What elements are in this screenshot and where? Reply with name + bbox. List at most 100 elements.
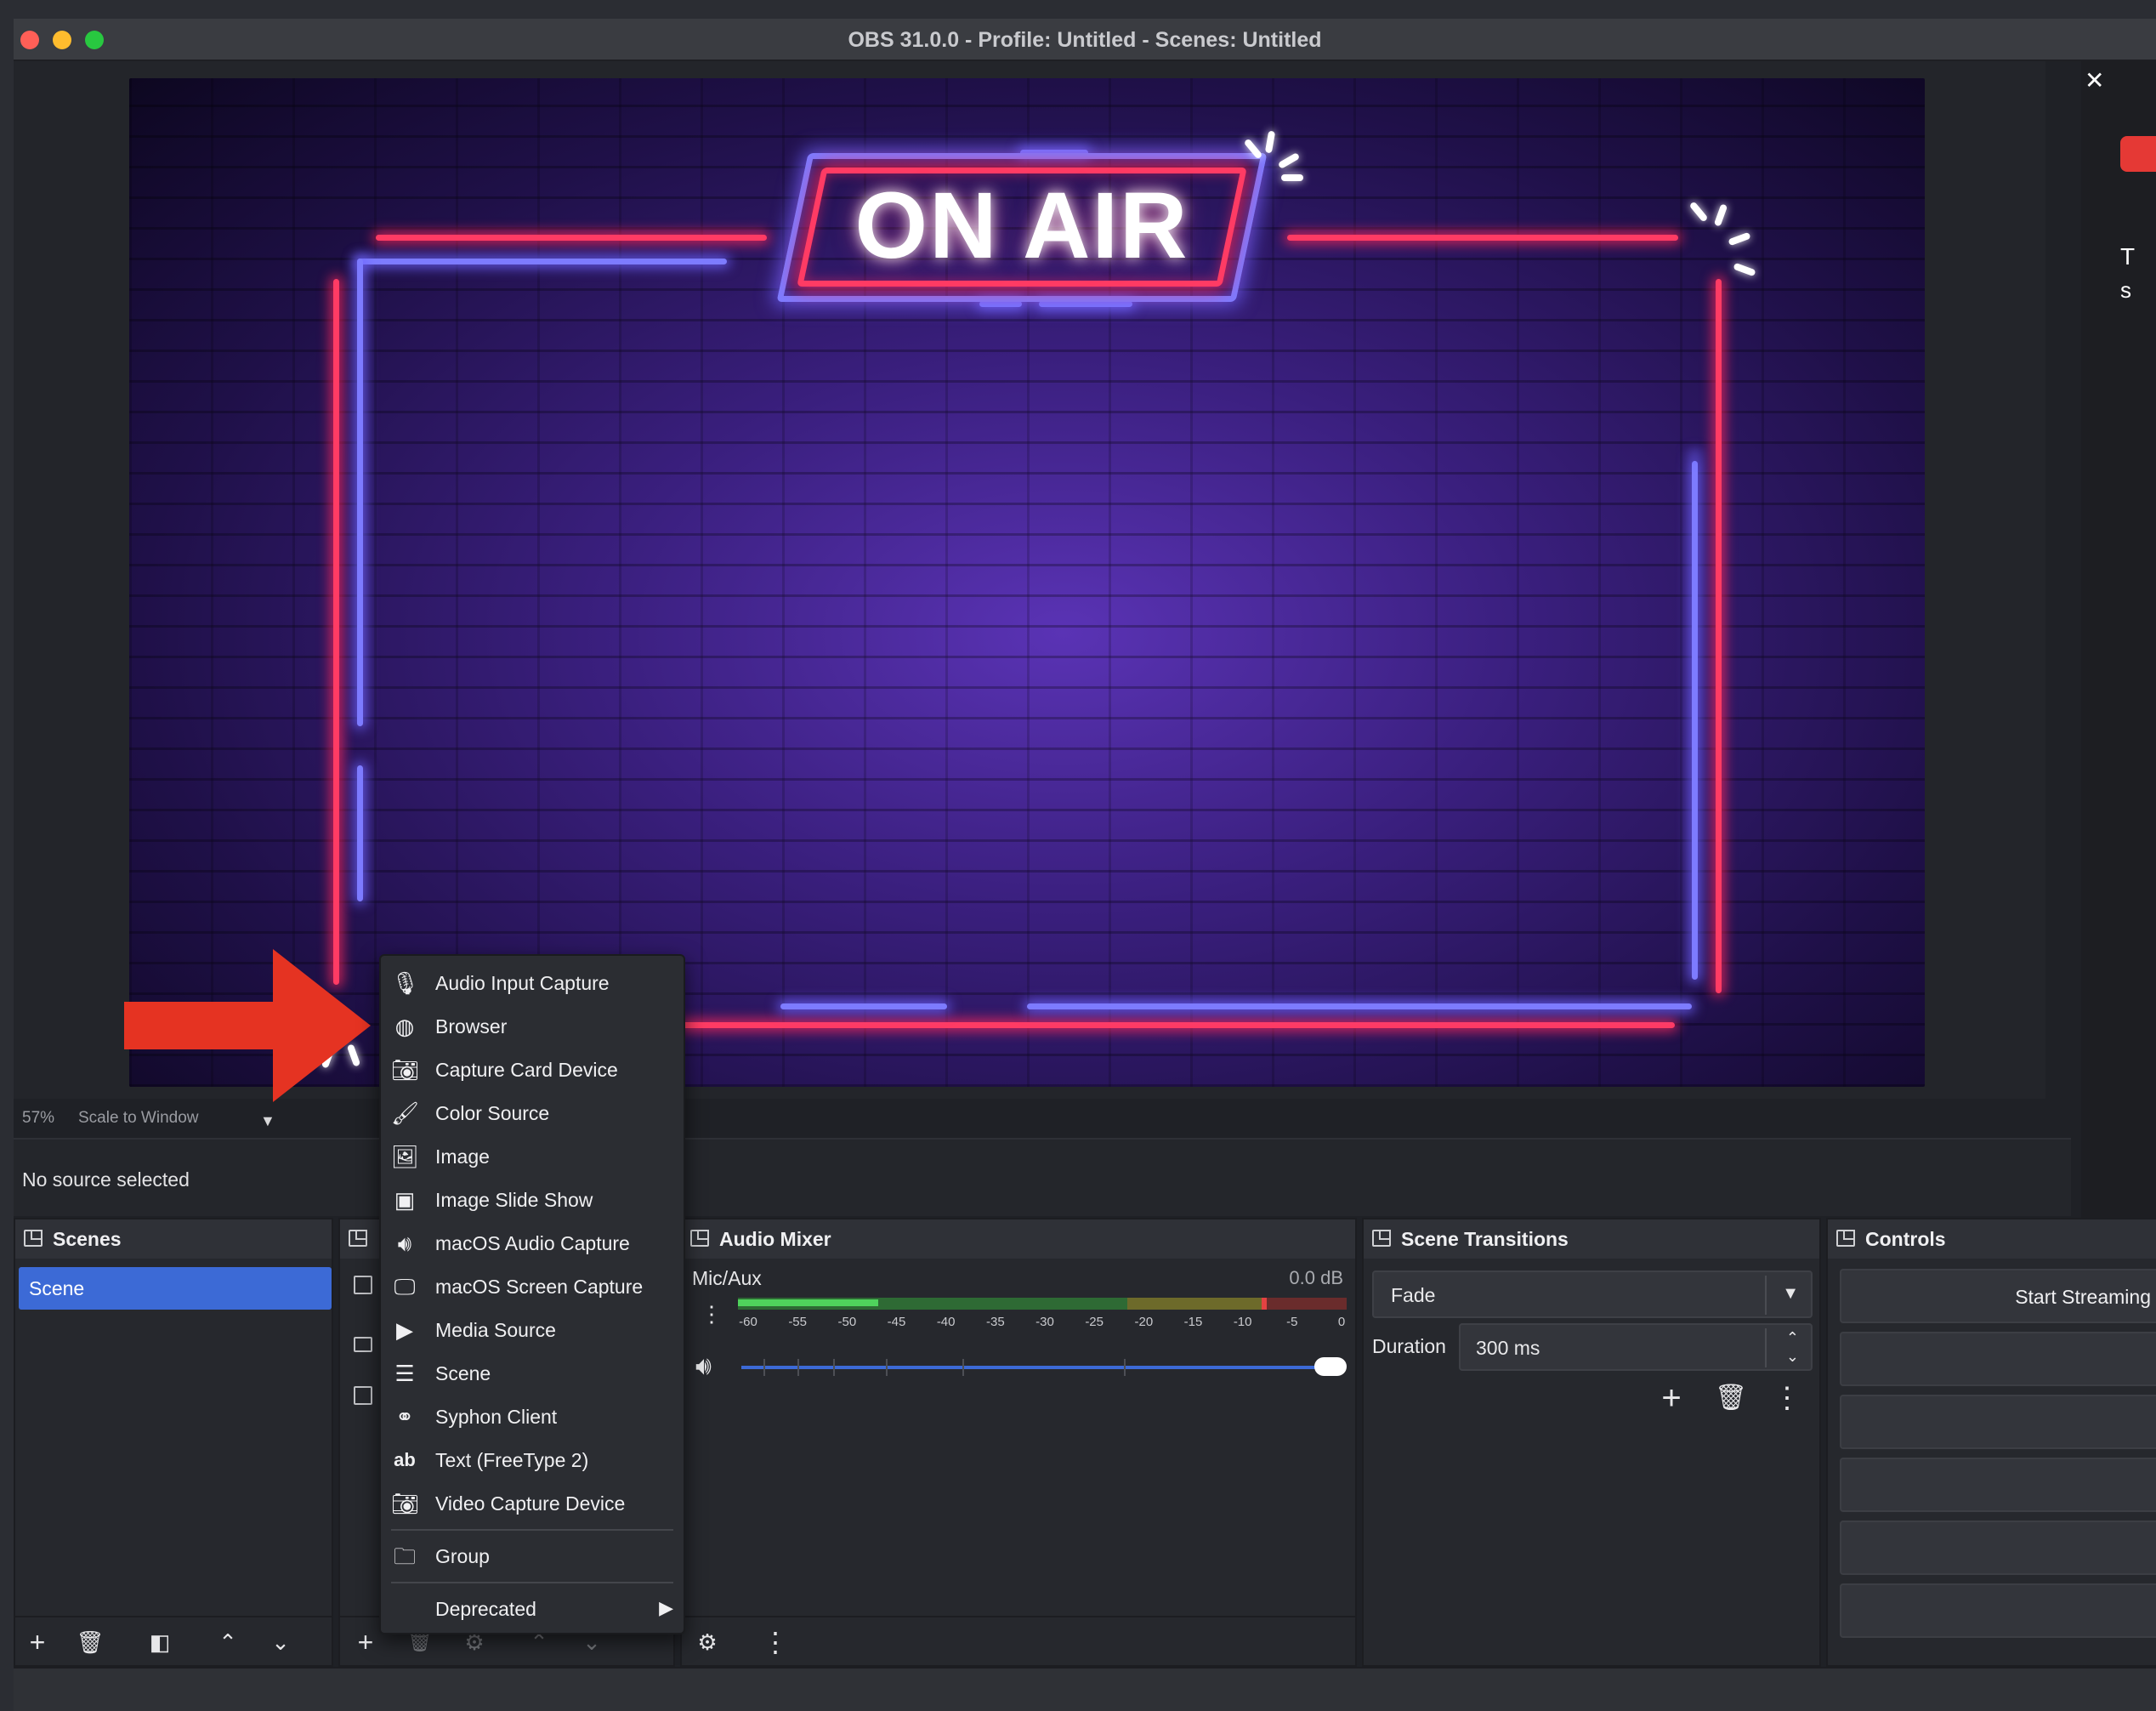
speaker-mute-icon[interactable]: 🔊︎ [695, 1352, 712, 1381]
menu-item-macos-screen-capture[interactable]: 🖵 macOS Screen Capture [381, 1265, 684, 1308]
dock-undock-icon[interactable] [1836, 1230, 1855, 1247]
chevron-down-icon[interactable]: ▼ [1782, 1284, 1799, 1304]
speaker-icon: 🔊︎ [397, 1231, 412, 1256]
neon-line-right [1716, 279, 1722, 993]
slider-tick [797, 1359, 799, 1376]
no-source-label: No source selected [22, 1168, 190, 1191]
menu-item-label: Group [435, 1545, 490, 1567]
meter-tick-label: -5 [1286, 1315, 1298, 1329]
scene-transitions-title: Scene Transitions [1401, 1228, 1569, 1250]
volume-slider-handle[interactable] [1314, 1357, 1347, 1376]
right-panel-text-t: T [2120, 243, 2136, 270]
dock-undock-icon[interactable] [349, 1230, 367, 1247]
slider-tick [962, 1359, 964, 1376]
menu-item-browser[interactable]: ◍ Browser [381, 1004, 684, 1048]
menu-item-capture-card-device[interactable]: 📷︎ Capture Card Device [381, 1048, 684, 1091]
menu-item-label: Deprecated [435, 1598, 536, 1620]
menu-item-label: macOS Screen Capture [435, 1276, 644, 1298]
transition-properties-menu-icon[interactable]: ⋮ [1763, 1376, 1811, 1420]
mixer-channel-level: 0.0 dB [1289, 1267, 1343, 1288]
camera-icon: 📷︎ [391, 1491, 420, 1516]
red-arrow-annotation [124, 949, 371, 1102]
menu-item-audio-input-capture[interactable]: 🎙︎ Audio Input Capture [381, 961, 684, 1004]
virtual-camera-button[interactable] [1840, 1395, 2156, 1449]
audio-mixer-toolbar: ⚙ ⋮ [682, 1616, 1355, 1665]
transition-select[interactable]: Fade ▼ [1372, 1270, 1813, 1318]
camera-icon [354, 1337, 372, 1352]
meter-tick-label: -10 [1233, 1315, 1252, 1329]
mixer-channel-name: Mic/Aux [692, 1267, 762, 1289]
camera-icon: 📷︎ [391, 1057, 420, 1083]
spinbox-divider [1765, 1328, 1767, 1367]
neon-line-top-right [1287, 235, 1678, 241]
chevron-down-icon[interactable]: ▼ [260, 1112, 275, 1130]
neon-line-top-left [376, 235, 767, 241]
spin-arrows-icon[interactable]: ⌃ ⌄ [1786, 1328, 1799, 1366]
menu-item-macos-audio-capture[interactable]: 🔊︎ macOS Audio Capture [381, 1221, 684, 1265]
start-streaming-button[interactable]: Start Streaming [1840, 1269, 2156, 1323]
menu-item-image-slide-show[interactable]: ▣ Image Slide Show [381, 1178, 684, 1221]
dock-undock-icon[interactable] [1372, 1230, 1391, 1247]
menu-item-text-freetype2[interactable]: ab Text (FreeType 2) [381, 1438, 684, 1481]
exit-button[interactable] [1840, 1583, 2156, 1638]
remove-transition-button[interactable]: 🗑 [1707, 1376, 1755, 1420]
neon-line-top-left-blue [357, 259, 727, 264]
menu-item-group[interactable]: 🗀 Group [381, 1534, 684, 1577]
transition-value: Fade [1391, 1284, 1436, 1306]
move-scene-up-button[interactable]: ⌃ [211, 1626, 245, 1658]
record-indicator[interactable] [2120, 136, 2156, 172]
scale-mode-select[interactable]: Scale to Window [78, 1109, 199, 1128]
start-streaming-label: Start Streaming [2015, 1286, 2151, 1308]
meter-tick-label: -25 [1085, 1315, 1104, 1329]
slideshow-icon: ▣ [394, 1187, 416, 1213]
microphone-icon: 🎙︎ [391, 970, 420, 996]
menu-item-color-source[interactable]: 🖌︎ Color Source [381, 1091, 684, 1134]
start-recording-button[interactable] [1840, 1332, 2156, 1386]
duration-spinbox[interactable]: 300 ms ⌃ ⌄ [1459, 1323, 1813, 1371]
controls-dock: Controls Start Streaming [1826, 1218, 2156, 1667]
menu-separator [391, 1582, 673, 1583]
menu-item-scene[interactable]: ☰ Scene [381, 1351, 684, 1395]
add-scene-button[interactable]: + [20, 1626, 54, 1658]
menu-item-label: Browser [435, 1015, 508, 1037]
move-scene-down-button[interactable]: ⌄ [264, 1626, 298, 1658]
scene-list-item[interactable]: Scene [19, 1267, 332, 1310]
source-type-icon [354, 1276, 372, 1294]
advanced-audio-gear-icon[interactable]: ⚙ [690, 1626, 724, 1658]
menu-item-video-capture-device[interactable]: 📷︎ Video Capture Device [381, 1481, 684, 1525]
menu-item-deprecated[interactable]: Deprecated ▶ [381, 1587, 684, 1630]
list-icon: ☰ [394, 1361, 415, 1386]
neon-line-bottom-blue-left [780, 1003, 947, 1009]
meter-tick-label: -15 [1183, 1315, 1203, 1329]
dock-undock-icon[interactable] [690, 1230, 709, 1247]
mixer-channel-menu-icon[interactable]: ⋮ [699, 1301, 724, 1327]
scene-transitions-dock: Scene Transitions Fade ▼ Duration 300 ms… [1362, 1218, 1821, 1667]
volume-slider-track[interactable] [741, 1366, 1336, 1369]
add-transition-button[interactable]: + [1648, 1376, 1695, 1420]
menu-item-image[interactable]: 🖼︎ Image [381, 1134, 684, 1178]
menu-item-label: Image [435, 1145, 490, 1168]
studio-mode-button[interactable] [1840, 1458, 2156, 1512]
neon-line-bottom-blue-right [1027, 1003, 1692, 1009]
settings-button[interactable] [1840, 1521, 2156, 1575]
audio-mixer-dock-title: Audio Mixer [682, 1219, 1355, 1259]
duration-label: Duration [1372, 1335, 1446, 1357]
controls-dock-title: Controls [1828, 1219, 2156, 1259]
add-source-button[interactable]: + [349, 1626, 383, 1658]
menu-item-media-source[interactable]: ▶ Media Source [381, 1308, 684, 1351]
window-title: OBS 31.0.0 - Profile: Untitled - Scenes:… [848, 28, 1322, 52]
dock-undock-icon[interactable] [24, 1230, 43, 1247]
mixer-menu-icon[interactable]: ⋮ [758, 1626, 792, 1658]
meter-tick-label: -60 [739, 1315, 757, 1329]
text-ab-icon: ab [394, 1449, 416, 1470]
remove-scene-button[interactable]: 🗑 [73, 1626, 107, 1658]
duration-value: 300 ms [1476, 1337, 1540, 1359]
neon-line-left [333, 279, 339, 985]
close-panel-icon[interactable]: ✕ [2085, 66, 2104, 94]
menu-item-syphon-client[interactable]: ⚭ Syphon Client [381, 1395, 684, 1438]
neon-dash-bottom-b [1039, 301, 1132, 307]
scene-filters-button[interactable]: ◧ [143, 1626, 177, 1658]
meter-tick-label: -30 [1035, 1315, 1054, 1329]
meter-tick-label: -55 [788, 1315, 807, 1329]
preview-canvas[interactable]: ON AIR [129, 78, 1925, 1087]
